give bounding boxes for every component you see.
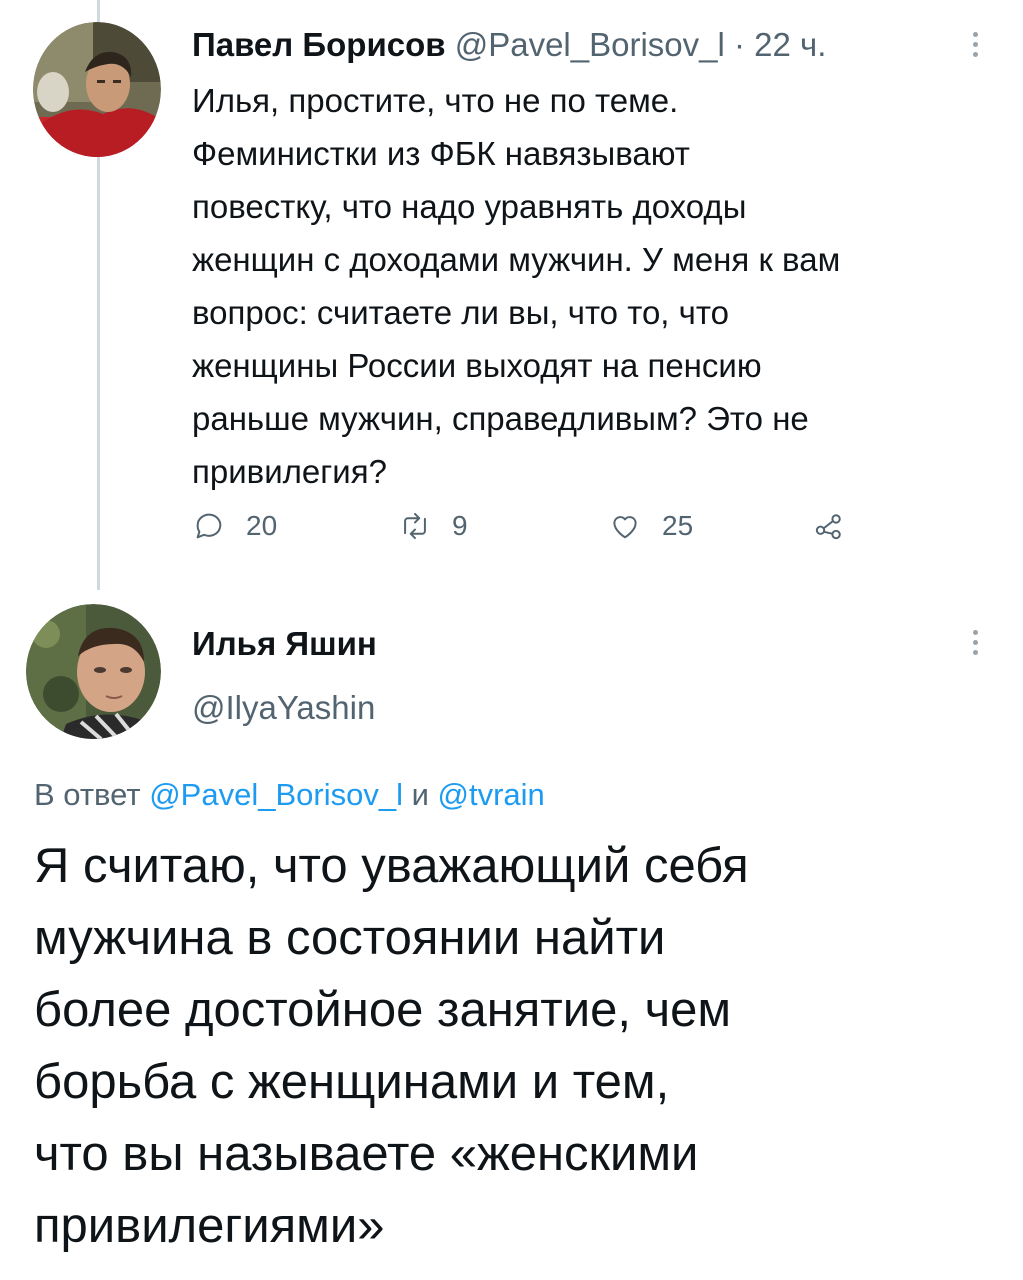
reply-mention-link[interactable]: @tvrain [438,777,545,812]
reply-icon [196,513,222,539]
like-icon [613,516,637,539]
author-name[interactable]: Павел Борисов [192,26,446,63]
reply-prefix: В ответ [34,777,150,812]
retweet-icon [404,512,426,540]
tweet-actions: 20 9 25 [0,505,1023,547]
tweet-text: Илья, простите, что не по теме. Феминист… [192,82,841,490]
author-name[interactable]: Илья Яшин [192,622,377,666]
like-button[interactable]: 25 [608,505,693,547]
retweet-count: 9 [452,510,468,541]
reply-count: 20 [246,510,278,541]
tweet-text: Я считаю, что уважающий себя мужчина в с… [34,839,749,1253]
avatar-photo [26,604,161,739]
more-icon[interactable] [969,630,981,655]
share-icon [815,514,841,540]
tweet-time[interactable]: · 22 ч. [734,26,826,63]
retweet-button[interactable]: 9 [398,505,468,547]
author-handle[interactable]: @IlyaYashin [192,686,375,730]
more-icon[interactable] [969,32,981,57]
avatar[interactable] [26,604,161,739]
reply-and: и [402,777,438,812]
author-handle[interactable]: @Pavel_Borisov_l [455,26,725,63]
tweet-header: Павел Борисов @Pavel_Borisov_l · 22 ч. [192,20,826,70]
avatar-photo [33,22,161,157]
like-count: 25 [662,510,694,541]
reply-mention-link[interactable]: @Pavel_Borisov_l [149,777,403,812]
reply-context: В ответ @Pavel_Borisov_l и @tvrain [34,775,545,815]
reply-button[interactable]: 20 [192,505,277,547]
share-button[interactable] [812,505,846,547]
avatar[interactable] [33,22,161,157]
